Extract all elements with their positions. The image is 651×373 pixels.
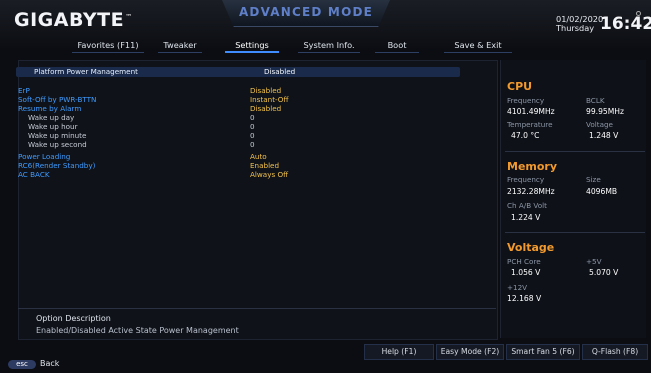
- cpu-divider: [505, 151, 645, 152]
- plus-12v-label: +12V: [507, 283, 528, 292]
- plus-12v-value: 12.168 V: [507, 294, 542, 303]
- setting-label: Wake up hour: [28, 122, 78, 131]
- setting-label: Wake up second: [28, 140, 87, 149]
- memory-size-label: Size: [586, 175, 601, 184]
- cpu-temperature-value: 47.0 °C: [511, 131, 540, 140]
- tab-settings[interactable]: Settings: [219, 38, 285, 54]
- description-divider: [18, 308, 496, 309]
- qflash-button[interactable]: Q-Flash (F8): [582, 344, 648, 360]
- option-description-title: Option Description: [36, 314, 111, 323]
- setting-value[interactable]: Enabled: [250, 161, 279, 170]
- plus-5v-label: +5V: [586, 257, 602, 266]
- setting-soft-off[interactable]: Soft-Off by PWR-BTTN Instant-Off: [18, 95, 458, 104]
- back-label[interactable]: Back: [40, 359, 59, 368]
- weekday: Thursday: [556, 23, 595, 33]
- cpu-frequency-value: 4101.49MHz: [507, 107, 555, 116]
- setting-erp[interactable]: ErP Disabled: [18, 86, 458, 95]
- setting-value[interactable]: Disabled: [250, 104, 281, 113]
- setting-wake-up-minute[interactable]: Wake up minute 0: [18, 131, 458, 140]
- pch-core-label: PCH Core: [507, 257, 541, 266]
- date-display: 01/02/2020 Thursday: [556, 15, 603, 33]
- help-button[interactable]: Help (F1): [364, 344, 434, 360]
- tab-boot[interactable]: Boot: [369, 38, 425, 54]
- mode-title: ADVANCED MODE: [238, 5, 374, 19]
- time-display: 16:42: [600, 14, 651, 34]
- setting-value[interactable]: 0: [250, 131, 255, 140]
- memory-volt-label: Ch A/B Volt: [507, 201, 547, 210]
- cpu-voltage-value: 1.248 V: [589, 131, 619, 140]
- cpu-bclk-value: 99.95MHz: [586, 107, 624, 116]
- tab-favorites[interactable]: Favorites (F11): [66, 38, 150, 54]
- setting-wake-up-day[interactable]: Wake up day 0: [18, 113, 458, 122]
- memory-volt-value: 1.224 V: [511, 213, 541, 222]
- smart-fan-button[interactable]: Smart Fan 5 (F6): [506, 344, 580, 360]
- setting-label: RC6(Render Standby): [18, 161, 96, 170]
- cpu-frequency-label: Frequency: [507, 96, 545, 105]
- setting-value[interactable]: Auto: [250, 152, 267, 161]
- memory-divider: [505, 232, 645, 233]
- setting-label: Wake up day: [28, 113, 75, 122]
- setting-label: Resume by Alarm: [18, 104, 82, 113]
- tab-system-info[interactable]: System Info.: [292, 38, 366, 54]
- cpu-bclk-label: BCLK: [586, 96, 605, 105]
- setting-value[interactable]: 0: [250, 140, 255, 149]
- plus-5v-value: 5.070 V: [589, 268, 619, 277]
- tab-save-exit[interactable]: Save & Exit: [438, 38, 518, 54]
- setting-value[interactable]: Instant-Off: [250, 95, 288, 104]
- memory-frequency-value: 2132.28MHz: [507, 187, 555, 196]
- cpu-temperature-label: Temperature: [507, 120, 553, 129]
- setting-platform-power-management[interactable]: Platform Power Management Disabled: [16, 67, 460, 77]
- brand-logo: GIGABYTE™: [14, 9, 133, 31]
- setting-power-loading[interactable]: Power Loading Auto: [18, 152, 458, 161]
- pch-core-value: 1.056 V: [511, 268, 541, 277]
- setting-label: ErP: [18, 86, 30, 95]
- setting-rc6[interactable]: RC6(Render Standby) Enabled: [18, 161, 458, 170]
- trademark: ™: [125, 12, 133, 21]
- setting-ac-back[interactable]: AC BACK Always Off: [18, 170, 458, 179]
- cpu-title: CPU: [507, 80, 533, 93]
- memory-frequency-label: Frequency: [507, 175, 545, 184]
- esc-key-badge[interactable]: esc: [8, 360, 36, 369]
- main-tabs: Favorites (F11) Tweaker Settings System …: [0, 38, 651, 54]
- setting-label: AC BACK: [18, 170, 50, 179]
- voltage-title: Voltage: [507, 241, 555, 254]
- setting-value[interactable]: Disabled: [250, 86, 281, 95]
- setting-value[interactable]: 0: [250, 122, 255, 131]
- memory-title: Memory: [507, 160, 558, 173]
- setting-label: Platform Power Management: [34, 67, 138, 76]
- setting-label: Soft-Off by PWR-BTTN: [18, 95, 97, 104]
- cpu-voltage-label: Voltage: [586, 120, 613, 129]
- setting-value[interactable]: Disabled: [264, 67, 295, 76]
- setting-value[interactable]: 0: [250, 113, 255, 122]
- setting-resume-by-alarm[interactable]: Resume by Alarm Disabled: [18, 104, 458, 113]
- status-dot-icon: [636, 11, 641, 16]
- option-description-text: Enabled/Disabled Active State Power Mana…: [36, 326, 239, 335]
- setting-value[interactable]: Always Off: [250, 170, 288, 179]
- setting-wake-up-hour[interactable]: Wake up hour 0: [18, 122, 458, 131]
- setting-wake-up-second[interactable]: Wake up second 0: [18, 140, 458, 149]
- memory-size-value: 4096MB: [586, 187, 618, 196]
- setting-label: Wake up minute: [28, 131, 87, 140]
- setting-label: Power Loading: [18, 152, 71, 161]
- easy-mode-button[interactable]: Easy Mode (F2): [436, 344, 504, 360]
- bottom-toolbar: Help (F1) Easy Mode (F2) Smart Fan 5 (F6…: [364, 344, 648, 360]
- tab-tweaker[interactable]: Tweaker: [152, 38, 208, 54]
